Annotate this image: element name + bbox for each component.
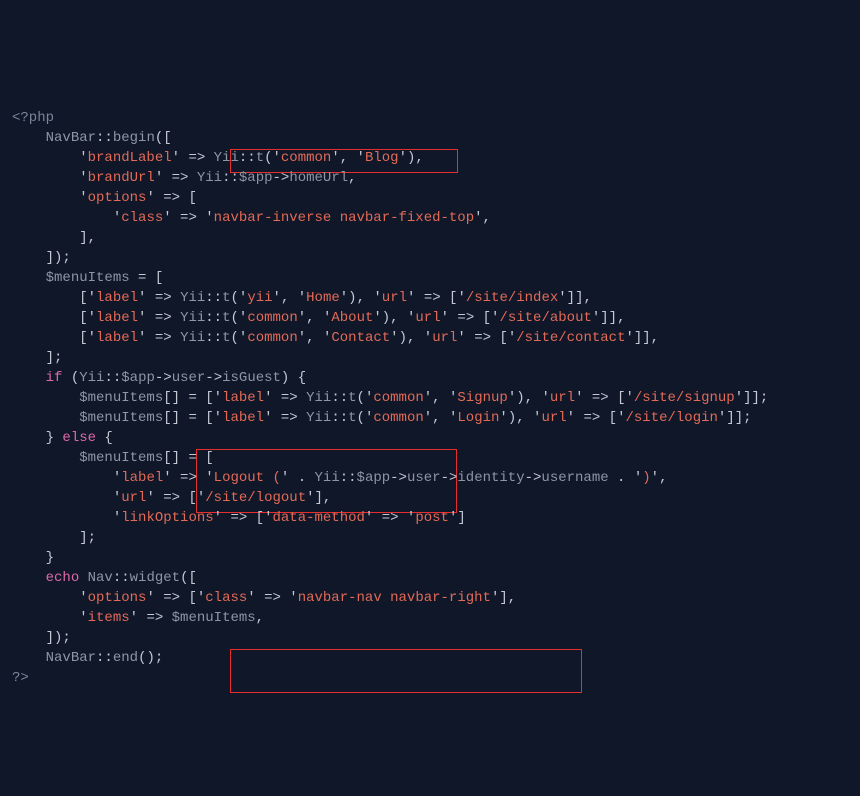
code-block: <?php NavBar::begin([ 'brandLabel' => Yi… [12,88,848,688]
php-open-tag: <?php [12,110,54,126]
